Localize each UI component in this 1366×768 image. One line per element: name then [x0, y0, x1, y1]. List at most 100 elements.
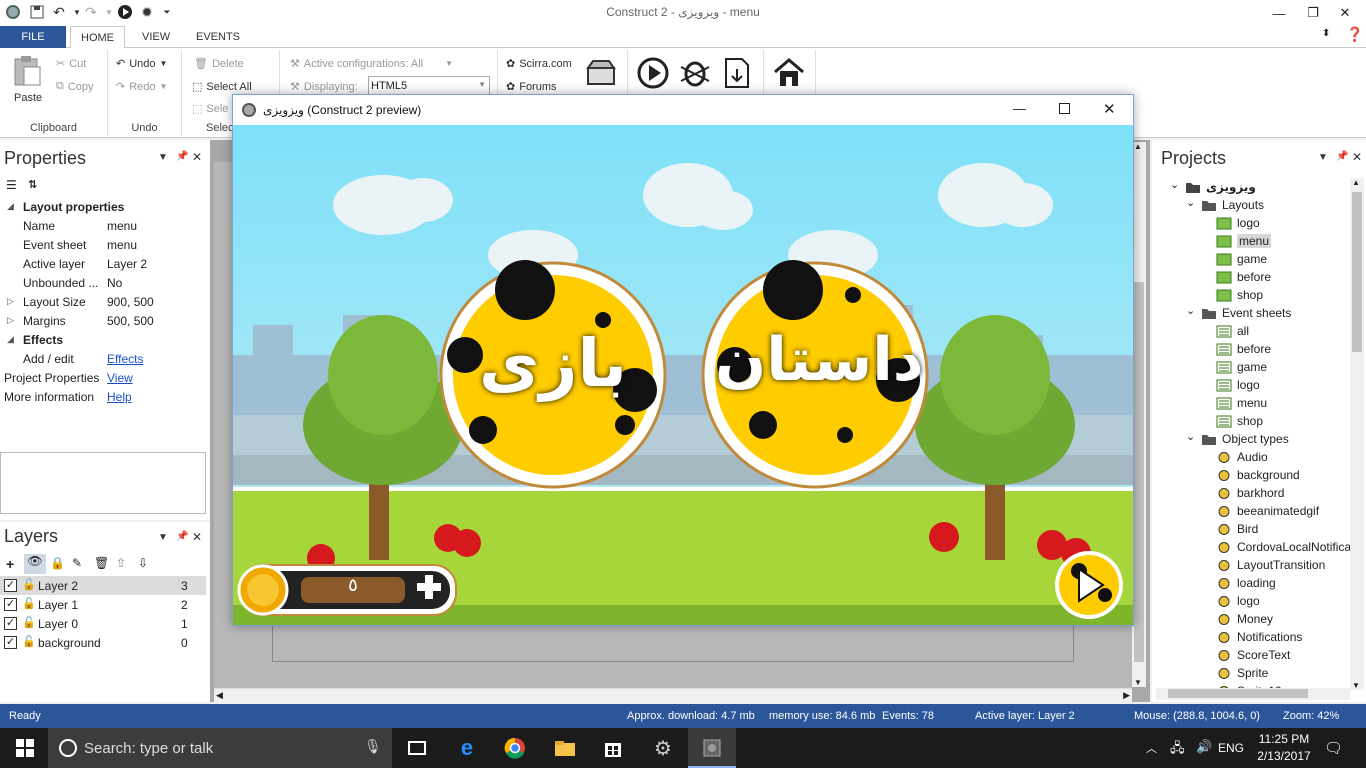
tree-layout-item[interactable]: shop [1216, 286, 1263, 304]
tree-object-item[interactable]: background [1216, 466, 1300, 484]
tree-folder-layouts[interactable]: ⌄ Layouts [1186, 196, 1264, 214]
close-button[interactable]: ✕ [1322, 0, 1366, 26]
layout-properties-section[interactable]: ◢ Layout properties [0, 198, 206, 217]
scroll-down-icon[interactable]: ▼ [1352, 681, 1360, 690]
preview-title-bar[interactable]: ویزویزی (Construct 2 preview) — ✕ [233, 95, 1133, 125]
construct-gear-icon[interactable]: ⚙ [650, 736, 676, 760]
chevron-down-icon[interactable]: ▼ [158, 152, 168, 163]
microphone-icon[interactable]: 🎙 [364, 738, 382, 755]
tree-object-item[interactable]: LayoutTransition [1216, 556, 1325, 574]
clock-date[interactable]: 2/13/2017 [1250, 749, 1318, 763]
tree-event-sheet-item[interactable]: shop [1216, 412, 1263, 430]
scroll-thumb[interactable] [1134, 282, 1144, 662]
tree-vscroll[interactable]: ▲ ▼ [1350, 178, 1364, 690]
tree-folder-object-types[interactable]: ⌄ Object types [1186, 430, 1289, 448]
edit-icon[interactable]: ✎ [72, 556, 82, 570]
prop-row-active-layer[interactable]: Active layer Layer 2 [0, 255, 206, 274]
copy-button[interactable]: ⧉ Copy [56, 80, 94, 93]
layer-visible-checkbox[interactable]: ✓ [4, 617, 17, 630]
tab-events[interactable]: EVENTS [186, 26, 250, 48]
layer-visible-checkbox[interactable]: ✓ [4, 636, 17, 649]
run-layout-icon[interactable] [636, 56, 670, 90]
language-indicator[interactable]: ENG [1218, 741, 1244, 755]
scroll-up-icon[interactable]: ▲ [1134, 142, 1142, 151]
prop-row-margins[interactable]: ▷ Margins 500, 500 [0, 312, 206, 331]
lock-icon[interactable]: 🔒 [50, 556, 65, 570]
maximize-button[interactable] [1059, 103, 1070, 114]
prop-row-layout-size[interactable]: ▷ Layout Size 900, 500 [0, 293, 206, 312]
scroll-up-icon[interactable]: ▲ [1352, 178, 1360, 187]
tree-event-sheet-item[interactable]: all [1216, 322, 1249, 340]
scroll-left-icon[interactable]: ◀ [216, 690, 223, 701]
prop-row-event-sheet[interactable]: Event sheet menu [0, 236, 206, 255]
tree-object-item[interactable]: loading [1216, 574, 1276, 592]
chevron-down-icon[interactable]: ▼ [158, 532, 168, 543]
unlock-icon[interactable]: 🔓 [22, 597, 36, 610]
close-icon[interactable]: ✕ [192, 530, 202, 544]
tree-event-sheet-item[interactable]: menu [1216, 394, 1267, 412]
home-icon[interactable] [772, 56, 806, 90]
add-coins-button[interactable] [413, 571, 445, 603]
tree-object-item[interactable]: Money [1216, 610, 1273, 628]
layer-row[interactable]: ✓ 🔓 Layer 2 3 [0, 576, 206, 595]
close-icon[interactable]: ✕ [192, 150, 202, 164]
expand-icon[interactable]: ⌄ [1186, 196, 1196, 209]
effects-section[interactable]: ◢ Effects [0, 331, 206, 350]
play-button[interactable]: بازی [458, 325, 648, 402]
layer-row[interactable]: ✓ 🔓 Layer 1 2 [0, 595, 206, 614]
layer-visible-checkbox[interactable]: ✓ [4, 579, 17, 592]
pin-icon[interactable]: 📌 [176, 531, 188, 542]
task-view-icon[interactable] [404, 736, 430, 760]
unlock-icon[interactable]: 🔓 [22, 578, 36, 591]
tree-layout-item[interactable]: logo [1216, 214, 1260, 232]
unlock-icon[interactable]: 🔓 [22, 635, 36, 648]
store-icon[interactable] [584, 56, 618, 90]
active-config-dropdown[interactable]: ⚒ Active configurations: All ▼ [290, 57, 453, 71]
tab-home[interactable]: HOME [70, 26, 125, 49]
story-button[interactable]: داستان [715, 325, 924, 395]
tree-event-sheet-item[interactable]: logo [1216, 376, 1260, 394]
scroll-thumb[interactable] [1352, 192, 1362, 352]
tree-root[interactable]: ⌄ ویزویزی [1170, 178, 1256, 196]
pin-icon[interactable]: 📌 [1336, 151, 1348, 162]
expand-icon[interactable]: ⌄ [1186, 304, 1196, 317]
tree-hscroll[interactable] [1156, 688, 1350, 700]
prop-row-unbounded[interactable]: Unbounded ... No [0, 274, 206, 293]
sort-az-icon[interactable]: ⇅ [28, 178, 37, 191]
help-link[interactable]: Help [107, 390, 132, 404]
game-canvas[interactable]: بازی داستان ٥ [233, 125, 1133, 625]
tab-view[interactable]: VIEW [132, 26, 180, 48]
help-icon[interactable]: ❓ [1346, 26, 1363, 43]
scroll-down-icon[interactable]: ▼ [1134, 678, 1142, 687]
view-link[interactable]: View [107, 371, 133, 385]
scroll-right-icon[interactable]: ▶ [1123, 690, 1130, 701]
notifications-icon[interactable]: 🗨 [1324, 739, 1343, 757]
expand-icon[interactable]: ⌄ [1170, 178, 1180, 191]
select-none-button[interactable]: ⬚ Sele [192, 102, 228, 116]
volume-icon[interactable]: 🔊 [1196, 739, 1212, 755]
close-icon[interactable]: ✕ [1352, 150, 1362, 164]
prop-row-name[interactable]: Name menu [0, 217, 206, 236]
effects-link[interactable]: Effects [107, 352, 143, 366]
edge-icon[interactable]: e [454, 735, 480, 760]
tree-object-item[interactable]: Sprite [1216, 664, 1268, 682]
network-icon[interactable]: 🖧 [1170, 739, 1185, 761]
displaying-select[interactable]: HTML5 ▼ [368, 76, 490, 96]
forums-link[interactable]: ✿ Forums [506, 80, 557, 94]
tree-layout-item[interactable]: menu [1216, 232, 1272, 250]
move-up-icon[interactable]: ⇧ [116, 556, 126, 570]
tree-object-item[interactable]: CordovaLocalNotifica [1216, 538, 1351, 556]
tree-object-item[interactable]: Notifications [1216, 628, 1302, 646]
tree-folder-event-sheets[interactable]: ⌄ Event sheets [1186, 304, 1291, 322]
move-down-icon[interactable]: ⇩ [138, 556, 148, 570]
redo-button[interactable]: ↷ Redo ▼ [116, 80, 167, 94]
delete-layer-icon[interactable]: 🗑 [94, 556, 109, 570]
chevron-down-icon[interactable]: ▼ [1318, 152, 1328, 163]
close-button[interactable]: ✕ [1103, 100, 1116, 118]
delete-button[interactable]: 🗑 Delete [194, 57, 244, 71]
store-icon[interactable] [600, 736, 626, 760]
pin-icon[interactable]: 📌 [176, 151, 188, 162]
debug-layout-icon[interactable] [678, 56, 712, 90]
preview-window[interactable]: ویزویزی (Construct 2 preview) — ✕ بازی د… [232, 94, 1134, 626]
layer-visible-checkbox[interactable]: ✓ [4, 598, 17, 611]
